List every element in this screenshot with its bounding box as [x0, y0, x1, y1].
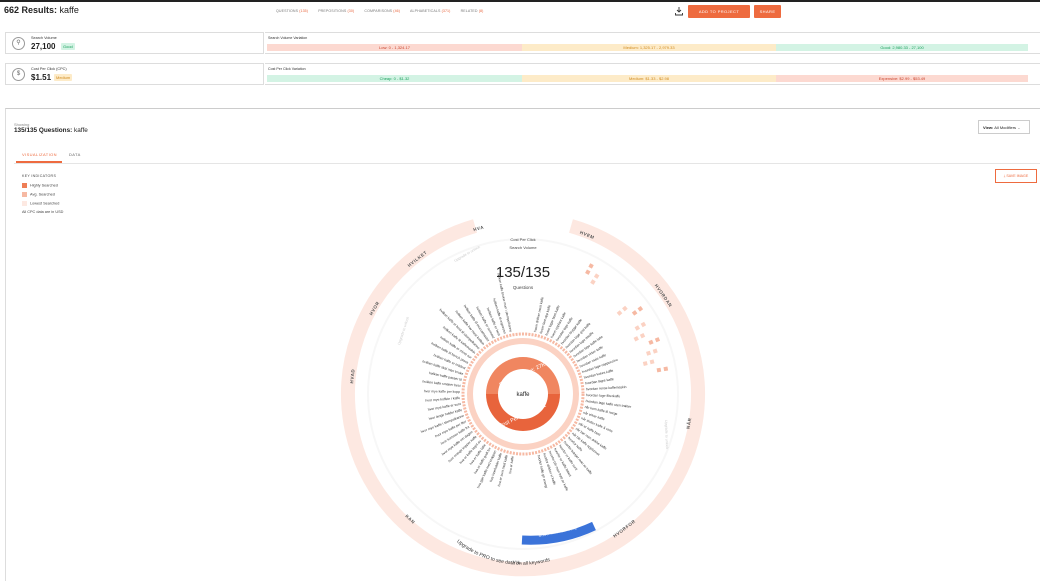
data-cell — [654, 337, 661, 343]
data-cell — [633, 336, 639, 342]
data-cell — [634, 325, 641, 331]
data-cell — [588, 263, 594, 269]
data-cell — [648, 339, 654, 345]
question-label[interactable]: hvor mye kaffe per kopp — [424, 389, 460, 394]
data-cell — [642, 361, 648, 366]
data-cell — [640, 321, 647, 328]
data-cell — [652, 348, 658, 354]
question-count: 135/135 — [496, 264, 550, 281]
data-cell — [590, 279, 596, 285]
data-cell — [646, 350, 652, 356]
data-cell — [631, 310, 638, 316]
center-keyword: kaffe — [517, 392, 531, 398]
modifier-label: VIL — [513, 560, 522, 565]
data-cell — [622, 305, 628, 312]
question-label[interactable]: hvordan lage filterkaffe — [586, 393, 620, 398]
question-label[interactable]: hvordan rense kaffemaskin — [586, 385, 627, 391]
data-cell — [616, 310, 623, 316]
data-cell — [649, 359, 655, 365]
question-label[interactable]: hvilken kaffe smaker best — [422, 380, 460, 388]
upgrade-small-left: Upgrade to unlock — [397, 316, 410, 345]
data-cell — [639, 333, 646, 339]
data-cell — [637, 305, 644, 312]
question-label[interactable]: hva er kaffe — [508, 456, 515, 474]
data-cell — [656, 367, 662, 373]
data-cell — [593, 273, 600, 279]
question-count-label: Questions — [513, 285, 534, 290]
data-cell — [585, 269, 591, 275]
cpc-label: Cost Per Click — [510, 237, 535, 242]
sv-label: Search Volume — [509, 245, 537, 250]
question-wheel: Cost Per Click Search Volume 135/135 Que… — [341, 219, 705, 577]
data-cell — [663, 366, 669, 372]
question-label[interactable]: hvor mye koffein i kaffe — [425, 396, 460, 403]
upgrade-small-right: Upgrade to unlock — [664, 420, 669, 449]
